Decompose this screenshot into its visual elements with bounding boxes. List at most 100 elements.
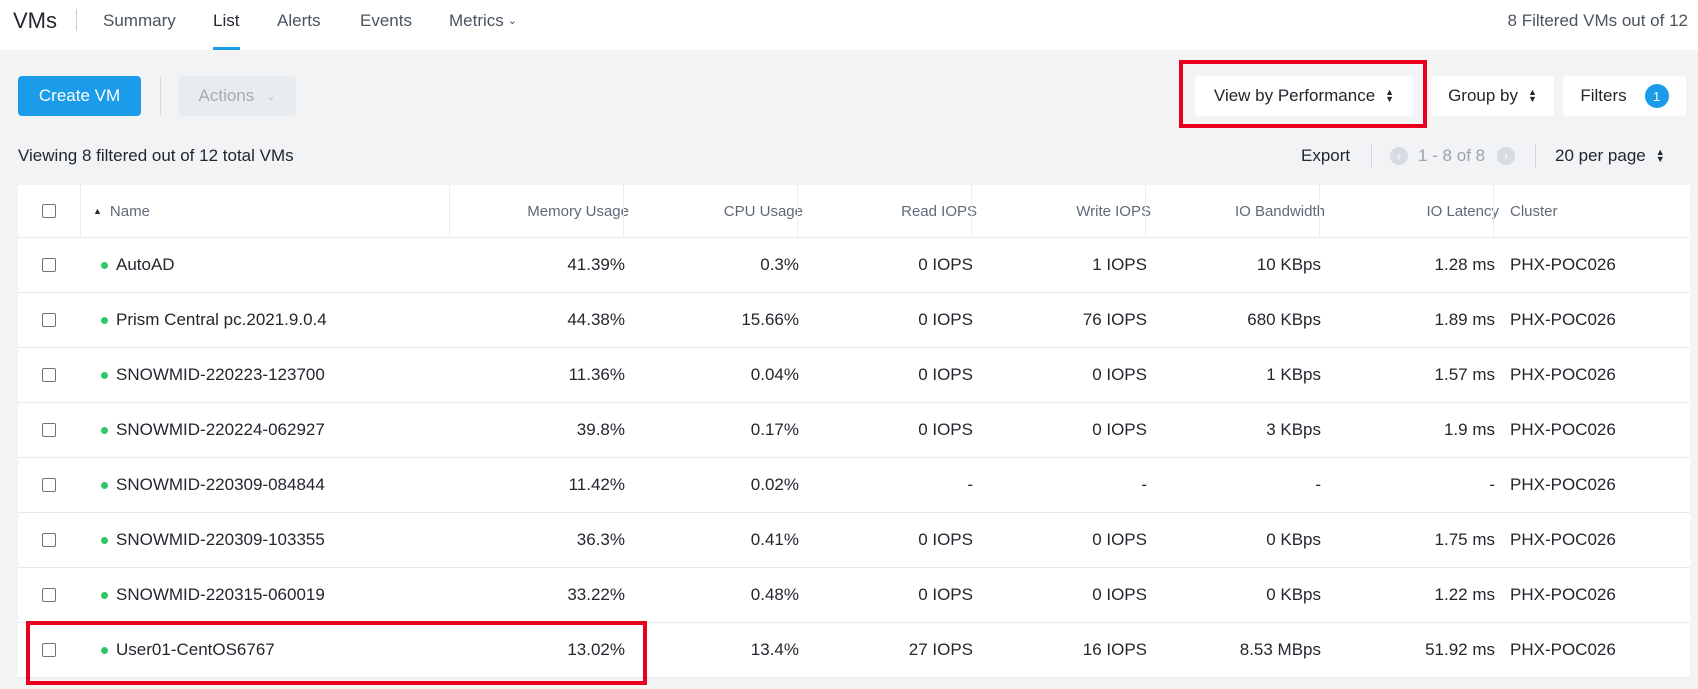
- row-checkbox[interactable]: [42, 533, 56, 547]
- tab-list[interactable]: List: [213, 11, 239, 31]
- table-row[interactable]: SNOWMID-220315-060019 33.22% 0.48% 0 IOPS 0 …: [18, 568, 1690, 623]
- cell-cpu-usage: 0.04%: [750, 365, 799, 384]
- filters-label: Filters: [1580, 86, 1627, 105]
- cell-io-bandwidth: 3 KBps: [1266, 420, 1321, 439]
- power-on-status-icon: [101, 481, 108, 489]
- cell-io-latency: 1.57 ms: [1434, 365, 1495, 384]
- column-divider: [80, 185, 81, 238]
- actions-dropdown[interactable]: Actions ⌄: [178, 76, 296, 116]
- cell-read-iops: 0 IOPS: [918, 530, 973, 549]
- tab-metrics-label: Metrics: [449, 11, 504, 30]
- view-by-dropdown[interactable]: View by Performance ▲ ▼: [1195, 76, 1413, 116]
- table-row[interactable]: User01-CentOS6767 13.02% 13.4% 27 IOPS 16 IO…: [18, 623, 1690, 678]
- cell-io-latency: 51.92 ms: [1425, 640, 1495, 659]
- power-on-status-icon: [101, 536, 108, 544]
- cell-io-latency: 1.9 ms: [1443, 420, 1495, 439]
- power-on-status-icon: [101, 371, 108, 379]
- column-header-io-latency[interactable]: IO Latency: [1319, 185, 1499, 237]
- cell-vm-name[interactable]: SNOWMID-220223-123700: [101, 348, 325, 402]
- cell-write-iops: 76 IOPS: [1082, 310, 1147, 329]
- cell-read-iops: 0 IOPS: [918, 255, 973, 274]
- group-by-dropdown[interactable]: Group by ▲ ▼: [1431, 76, 1554, 116]
- cell-read-iops: 0 IOPS: [918, 420, 973, 439]
- filters-button[interactable]: Filters 1: [1563, 76, 1686, 116]
- column-header-name[interactable]: ▲ Name: [93, 185, 150, 237]
- tab-summary[interactable]: Summary: [103, 11, 176, 31]
- row-checkbox[interactable]: [42, 368, 56, 382]
- row-checkbox[interactable]: [42, 313, 56, 327]
- per-page-label: 20 per page: [1555, 146, 1646, 165]
- next-page-icon[interactable]: ›: [1497, 147, 1515, 165]
- cell-vm-name[interactable]: SNOWMID-220309-103355: [101, 513, 325, 567]
- create-vm-button[interactable]: Create VM: [18, 76, 141, 116]
- row-checkbox[interactable]: [42, 478, 56, 492]
- column-header-io-bandwidth[interactable]: IO Bandwidth: [1145, 185, 1325, 237]
- power-on-status-icon: [101, 591, 108, 599]
- cell-memory-usage: 36.3%: [576, 530, 625, 549]
- row-checkbox[interactable]: [42, 588, 56, 602]
- cell-memory-usage: 11.42%: [568, 475, 625, 494]
- cell-io-latency: -: [1489, 475, 1495, 494]
- table-row[interactable]: SNOWMID-220309-103355 36.3% 0.41% 0 IOPS 0 I…: [18, 513, 1690, 568]
- cell-memory-usage: 33.22%: [567, 585, 625, 604]
- actions-label: Actions: [198, 86, 255, 105]
- vm-name-text: SNOWMID-220315-060019: [116, 585, 325, 604]
- cell-vm-name[interactable]: AutoAD: [101, 238, 175, 292]
- cell-vm-name[interactable]: SNOWMID-220309-084844: [101, 458, 325, 512]
- cell-cpu-usage: 0.17%: [750, 420, 799, 439]
- cell-cluster: PHX-POC026: [1510, 310, 1616, 329]
- tab-events[interactable]: Events: [360, 11, 412, 31]
- prev-page-icon[interactable]: ‹: [1390, 147, 1408, 165]
- table-header: ▲ Name Memory Usage CPU Usage Read IOPS …: [18, 185, 1690, 238]
- sort-updown-icon: ▲ ▼: [1655, 147, 1665, 164]
- tab-alerts[interactable]: Alerts: [277, 11, 320, 31]
- cell-read-iops: 27 IOPS: [908, 640, 973, 659]
- vm-name-text: SNOWMID-220309-084844: [116, 475, 325, 494]
- row-checkbox[interactable]: [42, 423, 56, 437]
- tab-metrics[interactable]: Metrics ⌄: [449, 11, 517, 31]
- cell-write-iops: 1 IOPS: [1092, 255, 1147, 274]
- per-page-dropdown[interactable]: 20 per page ▲ ▼: [1555, 146, 1665, 166]
- cell-vm-name[interactable]: SNOWMID-220224-062927: [101, 403, 325, 457]
- row-checkbox[interactable]: [42, 258, 56, 272]
- cell-vm-name[interactable]: Prism Central pc.2021.9.0.4: [101, 293, 327, 347]
- table-row[interactable]: AutoAD 41.39% 0.3% 0 IOPS 1 IOPS 10 KBps 1.28 …: [18, 238, 1690, 293]
- sort-updown-icon: ▲ ▼: [1528, 87, 1537, 104]
- cell-write-iops: 0 IOPS: [1092, 420, 1147, 439]
- cell-vm-name[interactable]: User01-CentOS6767: [101, 623, 275, 677]
- cell-read-iops: 0 IOPS: [918, 585, 973, 604]
- sort-ascending-icon: ▲: [93, 206, 102, 216]
- cell-io-latency: 1.89 ms: [1434, 310, 1495, 329]
- table-row[interactable]: SNOWMID-220224-062927 39.8% 0.17% 0 IOPS 0 I…: [18, 403, 1690, 458]
- column-header-name-label: Name: [109, 202, 150, 220]
- cell-cluster: PHX-POC026: [1510, 530, 1616, 549]
- cell-io-latency: 1.75 ms: [1434, 530, 1495, 549]
- column-header-memory[interactable]: Memory Usage: [449, 185, 629, 237]
- power-on-status-icon: [101, 316, 108, 324]
- subbar-divider: [1371, 144, 1372, 168]
- cell-write-iops: 0 IOPS: [1092, 530, 1147, 549]
- column-header-write-iops[interactable]: Write IOPS: [971, 185, 1151, 237]
- sort-updown-icon: ▲ ▼: [1385, 87, 1395, 104]
- table-row[interactable]: SNOWMID-220223-123700 11.36% 0.04% 0 IOPS 0 …: [18, 348, 1690, 403]
- row-checkbox[interactable]: [42, 643, 56, 657]
- table-row[interactable]: SNOWMID-220309-084844 11.42% 0.02% - - - - PHX-…: [18, 458, 1690, 513]
- vm-name-text: AutoAD: [116, 255, 175, 274]
- column-header-read-iops[interactable]: Read IOPS: [797, 185, 977, 237]
- table-row[interactable]: Prism Central pc.2021.9.0.4 44.38% 15.66% 0…: [18, 293, 1690, 348]
- cell-io-bandwidth: 680 KBps: [1247, 310, 1321, 329]
- app-title: VMs: [13, 8, 57, 33]
- export-button[interactable]: Export: [1301, 146, 1350, 166]
- column-header-cluster[interactable]: Cluster: [1510, 185, 1558, 237]
- subbar-divider: [1535, 144, 1536, 168]
- column-header-cpu[interactable]: CPU Usage: [623, 185, 803, 237]
- cell-memory-usage: 11.36%: [568, 365, 625, 384]
- cell-cluster: PHX-POC026: [1510, 585, 1616, 604]
- cell-memory-usage: 39.8%: [576, 420, 625, 439]
- vm-name-text: SNOWMID-220309-103355: [116, 530, 325, 549]
- vm-name-text: SNOWMID-220224-062927: [116, 420, 325, 439]
- select-all-checkbox[interactable]: [42, 204, 56, 218]
- cell-cpu-usage: 13.4%: [750, 640, 799, 659]
- cell-read-iops: -: [967, 475, 973, 494]
- cell-vm-name[interactable]: SNOWMID-220315-060019: [101, 568, 325, 622]
